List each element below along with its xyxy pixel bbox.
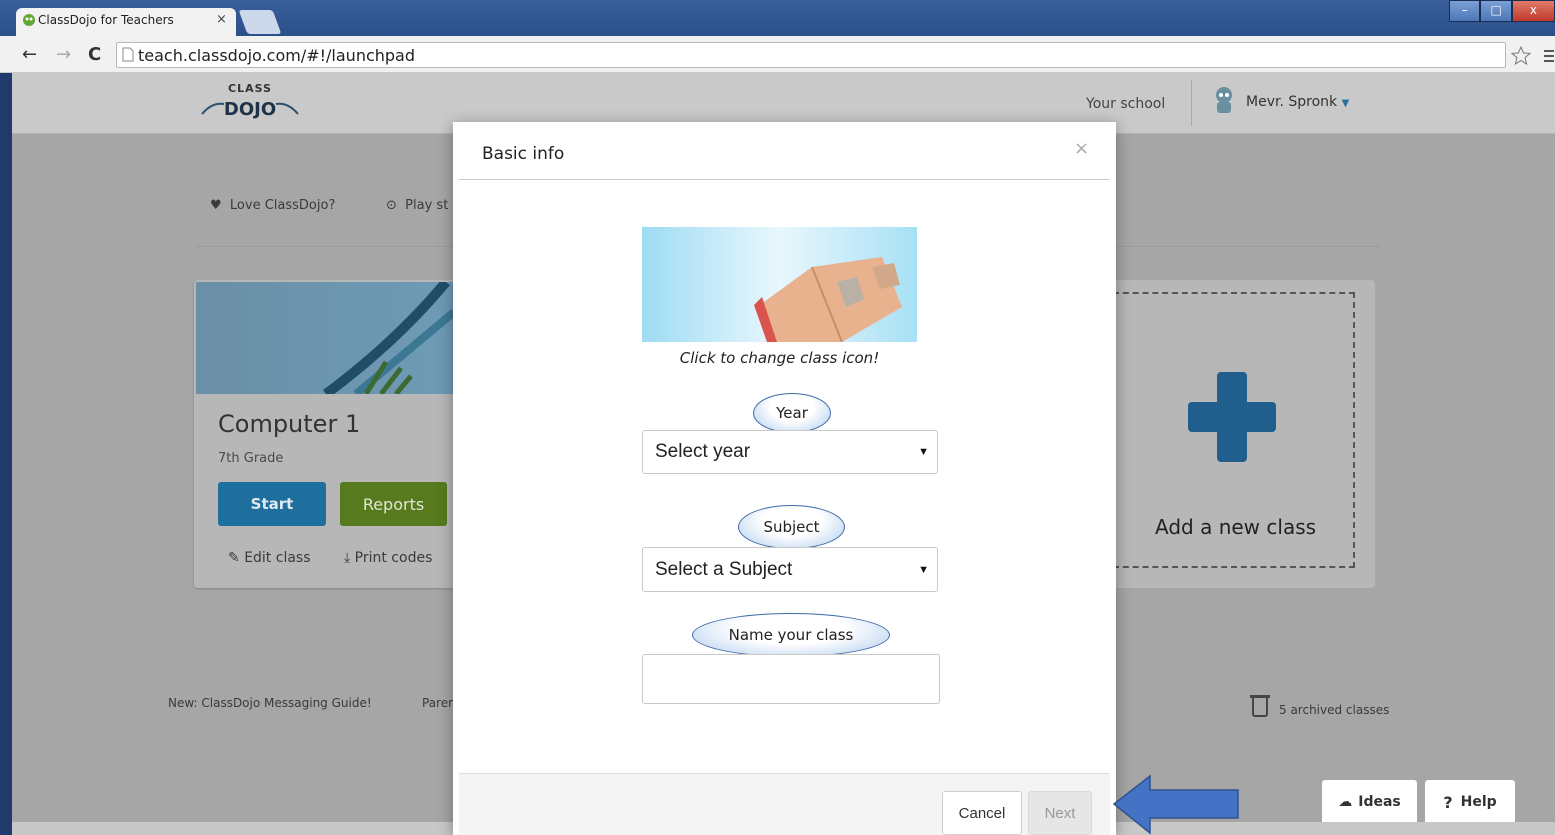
subject-label: Subject — [738, 505, 845, 549]
year-label: Year — [753, 393, 831, 433]
close-window-button[interactable]: x — [1511, 0, 1555, 22]
class-name: Computer 1 — [218, 410, 361, 438]
your-school-link[interactable]: Your school — [1086, 96, 1165, 112]
reload-icon[interactable]: C — [88, 44, 101, 65]
love-classdojo-link[interactable]: ♥ Love ClassDojo? — [210, 198, 335, 213]
trash-icon — [1252, 697, 1268, 717]
help-button[interactable]: ? Help — [1425, 780, 1515, 824]
class-icon-picker[interactable] — [642, 227, 917, 342]
tab-title: ClassDojo for Teachers — [38, 13, 174, 27]
subject-select[interactable]: Select a Subject ▼ — [642, 547, 938, 592]
maximize-button[interactable]: □ — [1480, 0, 1512, 22]
menu-icon[interactable] — [1543, 48, 1555, 64]
bookmark-star-icon[interactable] — [1511, 46, 1531, 66]
reports-button[interactable]: Reports — [340, 482, 447, 526]
add-class-label[interactable]: Add a new class — [1155, 515, 1316, 539]
plus-icon-bar — [1188, 402, 1276, 432]
cancel-button[interactable]: Cancel — [942, 791, 1022, 835]
ideas-button[interactable]: ☁ Ideas — [1322, 780, 1417, 824]
pencil-icon: ✎ — [228, 550, 240, 566]
parent-link[interactable]: Paren — [422, 696, 456, 710]
year-select-value: Select year — [655, 441, 751, 462]
play-circle-icon: ⊙ — [386, 198, 397, 213]
classdojo-logo[interactable]: DOJO — [200, 94, 300, 120]
user-avatar[interactable] — [1212, 86, 1236, 114]
heart-icon: ♥ — [210, 198, 222, 213]
caret-down-icon: ▼ — [1341, 98, 1350, 109]
tab-close-icon[interactable]: × — [216, 12, 227, 27]
header-divider — [1191, 80, 1192, 126]
dna-illustration — [323, 282, 454, 394]
print-codes-link[interactable]: ⤓ Print codes — [344, 550, 432, 566]
select-arrow-icon: ▼ — [918, 446, 929, 458]
edit-class-link[interactable]: ✎ Edit class — [228, 550, 311, 566]
play-label: Play st — [405, 198, 449, 213]
archived-classes-link[interactable]: 5 archived classes — [1279, 703, 1389, 717]
next-button[interactable]: Next — [1028, 791, 1092, 835]
icon-caption: Click to change class icon! — [679, 349, 880, 367]
download-icon: ⤓ — [344, 550, 351, 566]
start-button[interactable]: Start — [218, 482, 326, 526]
user-name: Mevr. Spronk — [1246, 94, 1338, 110]
help-label: Help — [1460, 794, 1497, 810]
ideas-label: Ideas — [1358, 794, 1401, 810]
page-icon — [122, 47, 134, 62]
book-illustration — [754, 257, 902, 342]
messaging-guide-link[interactable]: New: ClassDojo Messaging Guide! — [168, 696, 372, 710]
love-classdojo-label: Love ClassDojo? — [229, 198, 336, 213]
modal-title: Basic info — [482, 144, 565, 164]
play-link[interactable]: ⊙ Play st — [386, 198, 448, 213]
name-class-label: Name your class — [692, 613, 890, 657]
url-text[interactable]: teach.classdojo.com/#!/launchpad — [138, 46, 415, 65]
user-menu[interactable]: Mevr. Spronk ▼ — [1246, 94, 1349, 110]
year-select[interactable]: Select year ▼ — [642, 430, 938, 474]
minimize-button[interactable]: – — [1449, 0, 1481, 22]
select-arrow-icon: ▼ — [918, 563, 929, 576]
modal-close-icon[interactable]: × — [1074, 138, 1089, 159]
logo-dojo-text: DOJO — [224, 99, 276, 120]
class-banner-image[interactable] — [196, 282, 454, 394]
back-arrow-icon[interactable]: ← — [22, 44, 37, 65]
print-codes-label: Print codes — [354, 550, 433, 566]
chat-bubble-icon: ☁ — [1338, 794, 1353, 810]
class-name-input[interactable] — [642, 654, 940, 704]
question-icon: ? — [1443, 792, 1453, 812]
subject-select-value: Select a Subject — [655, 558, 793, 580]
classdojo-favicon-icon — [23, 14, 35, 26]
forward-arrow-icon[interactable]: → — [56, 44, 71, 65]
edit-class-label: Edit class — [244, 550, 311, 566]
class-grade: 7th Grade — [218, 451, 284, 466]
pointer-arrow-icon — [1112, 774, 1239, 835]
window-controls: – □ x — [1449, 0, 1555, 22]
